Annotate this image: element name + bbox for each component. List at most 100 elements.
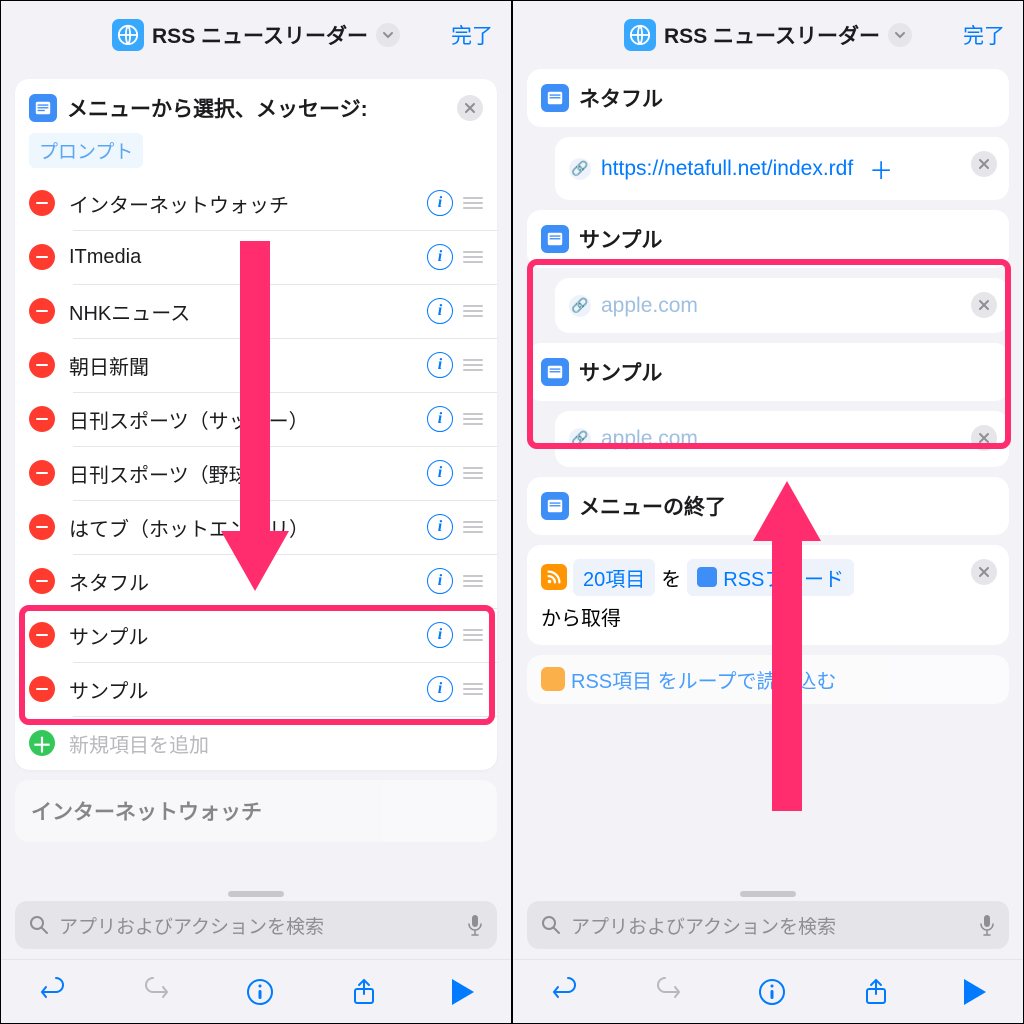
list-item[interactable]: 日刊スポーツ（野球）i <box>15 446 497 500</box>
done-button[interactable]: 完了 <box>451 20 493 50</box>
close-icon[interactable] <box>971 292 997 318</box>
reorder-icon[interactable] <box>463 629 483 641</box>
delete-icon[interactable] <box>29 676 55 702</box>
list-item[interactable]: NHKニュースi <box>15 284 497 338</box>
menu-icon <box>29 94 57 122</box>
app-icon <box>624 19 656 51</box>
right-pane: RSS ニュースリーダー 完了 ネタフル 🔗 https://netafull.… <box>512 0 1024 1024</box>
undo-button[interactable] <box>38 977 68 1007</box>
mic-icon[interactable] <box>467 914 483 936</box>
add-item-row[interactable]: ＋新規項目を追加 <box>15 716 497 770</box>
left-scroll: メニューから選択、メッセージ: プロンプト インターネットウォッチi ITmed… <box>1 69 511 885</box>
run-button[interactable] <box>964 979 986 1005</box>
info-icon[interactable]: i <box>427 406 453 432</box>
url-action-card[interactable]: 🔗 apple.com <box>555 278 1009 333</box>
link-icon: 🔗 <box>569 158 591 180</box>
delete-icon[interactable] <box>29 406 55 432</box>
info-toolbar-button[interactable] <box>757 977 787 1007</box>
share-button[interactable] <box>861 977 891 1007</box>
info-icon[interactable]: i <box>427 568 453 594</box>
chevron-down-icon[interactable] <box>376 23 400 47</box>
undo-button[interactable] <box>550 977 580 1007</box>
list-item[interactable]: サンプルi <box>15 608 497 662</box>
search-icon <box>29 915 49 935</box>
reorder-icon[interactable] <box>463 575 483 587</box>
app-icon <box>112 19 144 51</box>
search-bar[interactable]: アプリおよびアクションを検索 <box>15 901 497 949</box>
info-icon[interactable]: i <box>427 460 453 486</box>
info-icon[interactable]: i <box>427 190 453 216</box>
reorder-icon[interactable] <box>463 521 483 533</box>
close-icon[interactable] <box>971 559 997 585</box>
delete-icon[interactable] <box>29 622 55 648</box>
done-button[interactable]: 完了 <box>963 20 1005 50</box>
feed-token[interactable]: RSSフィード <box>687 559 854 596</box>
close-icon[interactable] <box>457 95 483 121</box>
info-icon[interactable]: i <box>427 676 453 702</box>
redo-button <box>141 977 171 1007</box>
close-icon[interactable] <box>971 151 997 177</box>
reorder-icon[interactable] <box>463 359 483 371</box>
list-item[interactable]: ネタフルi <box>15 554 497 608</box>
delete-icon[interactable] <box>29 298 55 324</box>
add-url-button[interactable]: ＋ <box>869 151 893 186</box>
delete-icon[interactable] <box>29 460 55 486</box>
info-toolbar-button[interactable] <box>245 977 275 1007</box>
prompt-token[interactable]: プロンプト <box>29 133 483 168</box>
url-action-card[interactable]: 🔗 https://netafull.net/index.rdf ＋ <box>555 137 1009 200</box>
count-token[interactable]: 20項目 <box>573 559 655 596</box>
delete-icon[interactable] <box>29 568 55 594</box>
card-icon <box>541 358 569 386</box>
mic-icon[interactable] <box>979 914 995 936</box>
reorder-icon[interactable] <box>463 467 483 479</box>
info-icon[interactable]: i <box>427 298 453 324</box>
netafull-section[interactable]: ネタフル <box>527 69 1009 127</box>
reorder-icon[interactable] <box>463 251 483 263</box>
delete-icon[interactable] <box>29 514 55 540</box>
sample-section-1[interactable]: サンプル <box>527 210 1009 268</box>
menu-card: メニューから選択、メッセージ: プロンプト インターネットウォッチi ITmed… <box>15 79 497 770</box>
redo-button <box>653 977 683 1007</box>
grabber-handle[interactable] <box>228 891 284 897</box>
list-item[interactable]: はてブ（ホットエントリ）i <box>15 500 497 554</box>
app-title: RSS ニュースリーダー <box>152 20 368 50</box>
list-item[interactable]: 朝日新聞i <box>15 338 497 392</box>
rss-action-card[interactable]: 20項目 を RSSフィード から取得 <box>527 545 1009 645</box>
right-scroll: ネタフル 🔗 https://netafull.net/index.rdf ＋ … <box>513 65 1023 885</box>
grabber-handle[interactable] <box>740 891 796 897</box>
link-icon: 🔗 <box>569 295 591 317</box>
left-pane: RSS ニュースリーダー 完了 メニューから選択、メッセージ: プロンプト イン… <box>0 0 512 1024</box>
reorder-icon[interactable] <box>463 683 483 695</box>
reorder-icon[interactable] <box>463 197 483 209</box>
list-item[interactable]: インターネットウォッチi <box>15 176 497 230</box>
delete-icon[interactable] <box>29 244 55 270</box>
info-icon[interactable]: i <box>427 622 453 648</box>
menu-end-section[interactable]: メニューの終了 <box>527 477 1009 535</box>
add-icon[interactable]: ＋ <box>29 730 55 756</box>
sample-section-2[interactable]: サンプル <box>527 343 1009 401</box>
info-icon[interactable]: i <box>427 514 453 540</box>
search-bar[interactable]: アプリおよびアクションを検索 <box>527 901 1009 949</box>
delete-icon[interactable] <box>29 352 55 378</box>
list-item[interactable]: 日刊スポーツ（サッカー）i <box>15 392 497 446</box>
share-button[interactable] <box>349 977 379 1007</box>
info-icon[interactable]: i <box>427 244 453 270</box>
peek-card: インターネットウォッチ <box>15 780 497 842</box>
info-icon[interactable]: i <box>427 352 453 378</box>
url-action-card[interactable]: 🔗 apple.com <box>555 411 1009 466</box>
header: RSS ニュースリーダー 完了 <box>513 1 1023 69</box>
card-icon <box>541 492 569 520</box>
search-icon <box>541 915 561 935</box>
reorder-icon[interactable] <box>463 413 483 425</box>
list-item[interactable]: サンプルi <box>15 662 497 716</box>
search-placeholder: アプリおよびアクションを検索 <box>571 912 969 939</box>
chevron-down-icon[interactable] <box>888 23 912 47</box>
toolbar <box>513 959 1023 1023</box>
run-button[interactable] <box>452 979 474 1005</box>
list-item[interactable]: ITmediai <box>15 230 497 284</box>
close-icon[interactable] <box>971 425 997 451</box>
app-title: RSS ニュースリーダー <box>664 20 880 50</box>
peek-card-bottom: RSS項目 をループで読み込む <box>527 655 1009 704</box>
reorder-icon[interactable] <box>463 305 483 317</box>
delete-icon[interactable] <box>29 190 55 216</box>
